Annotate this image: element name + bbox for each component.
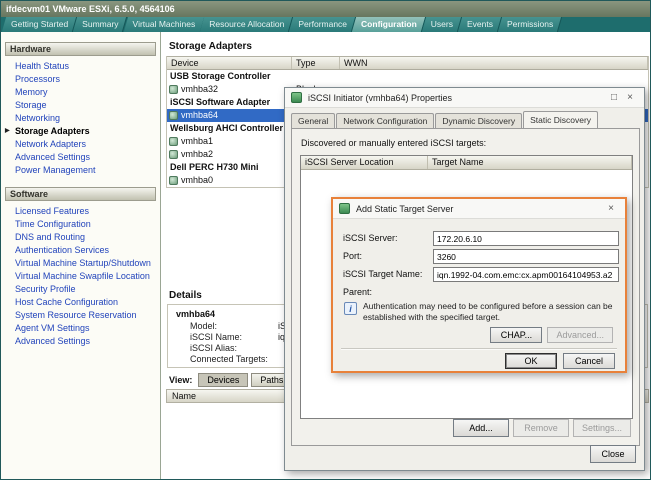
tab-summary[interactable]: Summary: [75, 17, 125, 32]
vsphere-client-window: ifdecvm01 VMware ESXi, 6.5.0, 4564106 Ge…: [0, 0, 651, 480]
column-header-wwn[interactable]: WWN: [340, 57, 648, 69]
iscsi-server-input[interactable]: [433, 231, 619, 246]
sidebar-item-health-status[interactable]: Health Status: [1, 60, 160, 73]
column-header-target-name[interactable]: Target Name: [428, 156, 632, 169]
advanced-button[interactable]: Advanced...: [547, 327, 613, 343]
ok-button[interactable]: OK: [505, 353, 557, 369]
port-label: Port:: [343, 249, 362, 264]
tab-users[interactable]: Users: [424, 17, 460, 32]
tab-getting-started[interactable]: Getting Started: [4, 17, 75, 32]
targets-actions: Add... Remove Settings...: [453, 419, 631, 437]
target-name-input[interactable]: [433, 267, 619, 282]
targets-list-header: iSCSI Server Location Target Name: [301, 156, 632, 170]
add-button[interactable]: Add...: [453, 419, 509, 437]
close-icon[interactable]: ×: [622, 92, 638, 103]
column-header-server-location[interactable]: iSCSI Server Location: [301, 156, 428, 169]
adapter-icon: [169, 111, 178, 120]
adapter-icon: [169, 150, 178, 159]
iscsi-alias-label: iSCSI Alias:: [190, 343, 278, 354]
iscsi-initiator-icon: [291, 92, 302, 103]
configuration-sidebar: Hardware Health Status Processors Memory…: [1, 32, 161, 479]
sidebar-item-host-cache-configuration[interactable]: Host Cache Configuration: [1, 296, 160, 309]
target-name-label: iSCSI Target Name:: [343, 267, 422, 282]
tab-performance[interactable]: Performance: [291, 17, 354, 32]
sidebar-item-vm-swapfile-location[interactable]: Virtual Machine Swapfile Location: [1, 270, 160, 283]
sidebar-item-processors[interactable]: Processors: [1, 73, 160, 86]
tab-events[interactable]: Events: [460, 17, 500, 32]
sidebar-item-memory[interactable]: Memory: [1, 86, 160, 99]
page-title: Storage Adapters: [169, 41, 252, 52]
hardware-section-header: Hardware: [5, 42, 156, 56]
column-header-name[interactable]: Name: [172, 391, 196, 401]
add-static-target-dialog: Add Static Target Server × iSCSI Server:…: [331, 197, 627, 373]
properties-dialog-tabs: General Network Configuration Dynamic Di…: [291, 111, 599, 128]
tab-configuration[interactable]: Configuration: [354, 17, 424, 32]
tab-virtual-machines[interactable]: Virtual Machines: [126, 17, 203, 32]
sidebar-item-storage-adapters[interactable]: ▶ Storage Adapters: [1, 125, 160, 138]
column-header-type[interactable]: Type: [292, 57, 340, 69]
sidebar-item-power-management[interactable]: Power Management: [1, 164, 160, 177]
details-title: Details: [169, 290, 202, 301]
selected-arrow-icon: ▶: [5, 127, 10, 134]
window-title-bar: ifdecvm01 VMware ESXi, 6.5.0, 4564106: [1, 1, 650, 17]
sidebar-item-dns-routing[interactable]: DNS and Routing: [1, 231, 160, 244]
port-input[interactable]: [433, 249, 619, 264]
sidebar-item-networking[interactable]: Networking: [1, 112, 160, 125]
sidebar-item-system-resource-reservation[interactable]: System Resource Reservation: [1, 309, 160, 322]
sidebar-item-authentication-services[interactable]: Authentication Services: [1, 244, 160, 257]
sidebar-item-advanced-settings-hw[interactable]: Advanced Settings: [1, 151, 160, 164]
chap-button[interactable]: CHAP...: [490, 327, 542, 343]
properties-dialog-title-bar[interactable]: iSCSI Initiator (vmhba64) Properties □ ×: [285, 88, 644, 108]
info-icon: i: [344, 302, 357, 315]
tab-static-discovery[interactable]: Static Discovery: [523, 111, 598, 128]
tab-resource-allocation[interactable]: Resource Allocation: [202, 17, 291, 32]
divider: [341, 348, 617, 350]
iscsi-server-label: iSCSI Server:: [343, 231, 398, 246]
close-button[interactable]: Close: [590, 445, 636, 463]
iscsi-name-label: iSCSI Name:: [190, 332, 278, 343]
settings-button[interactable]: Settings...: [573, 419, 631, 437]
sidebar-item-agent-vm-settings[interactable]: Agent VM Settings: [1, 322, 160, 335]
confirm-actions: OK Cancel: [505, 353, 615, 369]
sidebar-item-vm-startup-shutdown[interactable]: Virtual Machine Startup/Shutdown: [1, 257, 160, 270]
add-dialog-title-bar[interactable]: Add Static Target Server ×: [333, 199, 625, 219]
connected-targets-label: Connected Targets:: [190, 354, 278, 365]
adapters-table-header: Device Type WWN: [167, 56, 648, 70]
window-title: ifdecvm01 VMware ESXi, 6.5.0, 4564106: [6, 4, 175, 14]
authentication-note: Authentication may need to be configured…: [363, 301, 615, 323]
adapter-icon: [169, 85, 178, 94]
sidebar-item-security-profile[interactable]: Security Profile: [1, 283, 160, 296]
adapter-icon: [169, 137, 178, 146]
close-icon[interactable]: ×: [603, 203, 619, 214]
tab-general[interactable]: General: [291, 113, 335, 128]
sidebar-item-storage[interactable]: Storage: [1, 99, 160, 112]
adapter-icon: [169, 176, 178, 185]
model-label: Model:: [190, 321, 278, 332]
remove-button[interactable]: Remove: [513, 419, 569, 437]
tab-dynamic-discovery[interactable]: Dynamic Discovery: [435, 113, 522, 128]
maximize-icon[interactable]: □: [606, 92, 622, 103]
view-toggle-row: View: Devices Paths: [169, 373, 292, 387]
view-label: View:: [169, 375, 192, 385]
cancel-button[interactable]: Cancel: [563, 353, 615, 369]
sidebar-item-network-adapters[interactable]: Network Adapters: [1, 138, 160, 151]
parent-label: Parent:: [343, 285, 372, 300]
software-section-header: Software: [5, 187, 156, 201]
properties-dialog-title: iSCSI Initiator (vmhba64) Properties: [308, 93, 606, 103]
chap-actions: CHAP... Advanced...: [490, 327, 613, 343]
add-dialog-title: Add Static Target Server: [356, 204, 603, 214]
tab-permissions[interactable]: Permissions: [500, 17, 560, 32]
sidebar-item-advanced-settings-sw[interactable]: Advanced Settings: [1, 335, 160, 348]
sidebar-item-licensed-features[interactable]: Licensed Features: [1, 205, 160, 218]
column-header-device[interactable]: Device: [167, 57, 292, 69]
devices-view-button[interactable]: Devices: [198, 373, 248, 387]
main-tab-bar: Getting Started Summary Virtual Machines…: [1, 17, 650, 32]
target-server-icon: [339, 203, 350, 214]
adapter-group-row: USB Storage Controller: [167, 70, 648, 83]
tab-network-configuration[interactable]: Network Configuration: [336, 113, 434, 128]
targets-description: Discovered or manually entered iSCSI tar…: [301, 138, 486, 148]
sidebar-item-time-configuration[interactable]: Time Configuration: [1, 218, 160, 231]
